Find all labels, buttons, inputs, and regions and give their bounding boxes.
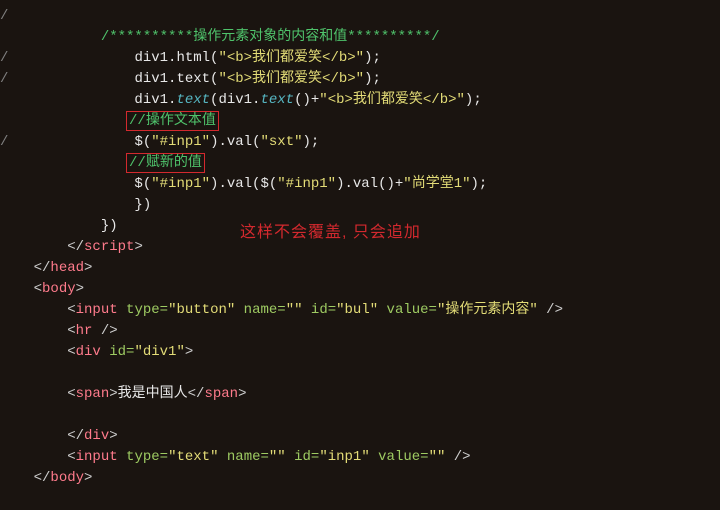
attr-value: "text"	[168, 449, 218, 465]
tag-name: script	[84, 239, 134, 255]
code-token: );	[465, 92, 482, 108]
tag-bracket: </	[188, 386, 205, 402]
code-editor-viewport: / /**********操作元素对象的内容和值**********/ / di…	[0, 0, 720, 510]
highlight-box: //操作文本值	[126, 111, 219, 131]
commented-slash: /	[0, 134, 8, 150]
code-token: })	[101, 218, 118, 234]
string-literal: "#inp1"	[151, 176, 210, 192]
tag-bracket: >	[76, 281, 84, 297]
code-token: ).val(	[210, 134, 260, 150]
code-token: );	[364, 50, 381, 66]
code-token: ()+	[294, 92, 319, 108]
code-token: })	[134, 197, 151, 213]
tag-name: body	[50, 470, 84, 486]
attr-name: id=	[286, 449, 320, 465]
tag-name: hr	[76, 323, 93, 339]
tag-bracket: <	[67, 449, 75, 465]
attr-value: "div1"	[134, 344, 184, 360]
commented-slash: /	[0, 50, 8, 66]
string-literal: "<b>我们都爱笑</b>"	[319, 92, 465, 108]
attr-value: ""	[269, 449, 286, 465]
text-node: 我是中国人	[118, 386, 188, 402]
string-literal: "<b>我们都爱笑</b>"	[218, 50, 364, 66]
tag-bracket: <	[67, 344, 75, 360]
attr-name: name=	[218, 449, 268, 465]
attr-value: ""	[429, 449, 446, 465]
code-token: );	[471, 176, 488, 192]
tag-bracket: />	[538, 302, 563, 318]
attr-value: "inp1"	[319, 449, 369, 465]
commented-slash: /	[0, 71, 8, 87]
attr-name: value=	[378, 302, 437, 318]
tag-name: div	[84, 428, 109, 444]
tag-bracket: </	[67, 428, 84, 444]
code-token: ).val()+	[336, 176, 403, 192]
tag-bracket: >	[84, 260, 92, 276]
code-token: );	[303, 134, 320, 150]
tag-name: span	[76, 386, 110, 402]
string-literal: "#inp1"	[151, 134, 210, 150]
code-token: $(	[134, 176, 151, 192]
attr-name: name=	[235, 302, 285, 318]
code-token: );	[364, 71, 381, 87]
tag-bracket: />	[445, 449, 470, 465]
code-token: div1.text(	[134, 71, 218, 87]
method-name: text	[260, 92, 294, 108]
tag-bracket: >	[134, 239, 142, 255]
tag-name: head	[50, 260, 84, 276]
tag-bracket: >	[84, 470, 92, 486]
tag-bracket: <	[34, 281, 42, 297]
tag-bracket: </	[34, 260, 51, 276]
code-block: / /**********操作元素对象的内容和值**********/ / di…	[0, 0, 720, 489]
tag-name: input	[76, 449, 118, 465]
code-token: ).val($(	[210, 176, 277, 192]
line-comment: //操作文本值	[129, 113, 216, 129]
tag-bracket: >	[109, 428, 117, 444]
code-token: $(	[134, 134, 151, 150]
method-name: text	[176, 92, 210, 108]
tag-bracket: >	[109, 386, 117, 402]
line-comment: //赋新的值	[129, 155, 202, 171]
attr-value: ""	[286, 302, 303, 318]
tag-bracket: </	[34, 470, 51, 486]
tag-name: span	[204, 386, 238, 402]
string-literal: "sxt"	[260, 134, 302, 150]
code-token: (div1.	[210, 92, 260, 108]
tag-bracket: </	[67, 239, 84, 255]
tag-bracket: <	[67, 386, 75, 402]
tag-bracket: >	[238, 386, 246, 402]
attr-value: "bul"	[336, 302, 378, 318]
annotation-text: 这样不会覆盖, 只会追加	[240, 218, 421, 242]
commented-slash: /	[0, 8, 8, 24]
tag-name: div	[76, 344, 101, 360]
tag-bracket: <	[67, 302, 75, 318]
tag-bracket: <	[67, 323, 75, 339]
string-literal: "#inp1"	[277, 176, 336, 192]
string-literal: "<b>我们都爱笑</b>"	[218, 71, 364, 87]
attr-name: type=	[118, 449, 168, 465]
attr-name: id=	[303, 302, 337, 318]
attr-value: "操作元素内容"	[437, 302, 538, 318]
attr-name: value=	[370, 449, 429, 465]
tag-name: input	[76, 302, 118, 318]
code-token: div1.html(	[134, 50, 218, 66]
tag-bracket: />	[92, 323, 117, 339]
tag-name: body	[42, 281, 76, 297]
code-token: div1.	[134, 92, 176, 108]
attr-name: type=	[118, 302, 168, 318]
tag-bracket: >	[185, 344, 193, 360]
string-literal: "尚学堂1"	[403, 176, 470, 192]
highlight-box: //赋新的值	[126, 153, 205, 173]
attr-name: id=	[101, 344, 135, 360]
attr-value: "button"	[168, 302, 235, 318]
block-comment: /**********操作元素对象的内容和值**********/	[101, 29, 440, 45]
